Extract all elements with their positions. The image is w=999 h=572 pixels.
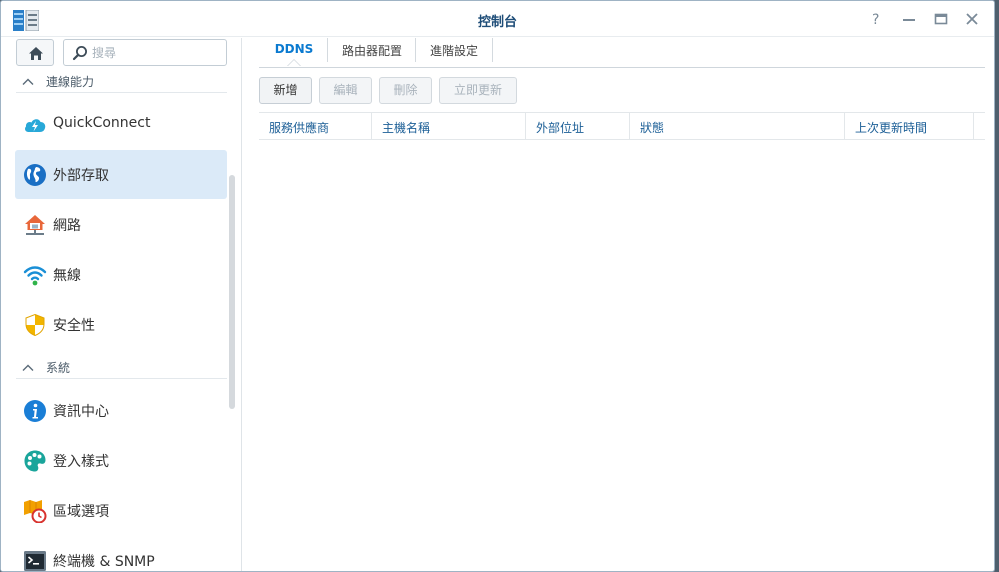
section-system[interactable]: 系統 — [16, 359, 227, 379]
chevron-up-icon — [22, 78, 34, 85]
chevron-up-icon — [22, 364, 34, 371]
column-header-provider[interactable]: 服務供應商 — [259, 113, 372, 140]
window-title: 控制台 — [477, 15, 517, 30]
search-box[interactable] — [63, 39, 227, 66]
search-icon — [72, 46, 87, 61]
home-icon — [29, 47, 43, 60]
svg-text:?: ? — [872, 12, 879, 28]
section-label: 系統 — [46, 361, 71, 375]
sidebar-item-label: 登入樣式 — [53, 454, 109, 470]
section-connectivity[interactable]: 連線能力 — [16, 73, 227, 93]
ddns-table-body — [259, 141, 985, 561]
edit-button[interactable]: 編輯 — [319, 77, 372, 104]
tab-bar: DDNS 路由器配置 進階設定 — [259, 38, 985, 68]
sidebar: 連線能力 QuickConnect 外部存取 — [1, 38, 242, 571]
terminal-icon — [24, 551, 46, 571]
control-panel-window: 控制台 ? 連線能力 — [0, 0, 995, 572]
globe-icon — [24, 164, 46, 186]
sidebar-item-label: 資訊中心 — [53, 404, 109, 420]
palette-icon — [24, 450, 46, 472]
desktop-background — [995, 0, 999, 572]
ddns-table-header: 服務供應商 主機名稱 外部位址 狀態 上次更新時間 — [259, 112, 985, 140]
sidebar-item-label: 無線 — [53, 268, 81, 284]
help-icon[interactable]: ? — [868, 10, 886, 28]
tab-divider — [492, 38, 493, 62]
sidebar-item-label: 網路 — [53, 218, 81, 234]
minimize-icon[interactable] — [900, 10, 918, 28]
tab-label: DDNS — [274, 42, 314, 56]
maximize-icon[interactable] — [932, 10, 950, 28]
sidebar-item-label: 區域選項 — [53, 504, 109, 520]
wifi-icon — [23, 266, 47, 286]
sidebar-item-network[interactable]: 網路 — [15, 200, 227, 249]
shield-icon — [25, 313, 45, 337]
tab-advanced-settings[interactable]: 進階設定 — [416, 38, 492, 68]
active-tab-pointer — [287, 59, 301, 66]
sidebar-scrollbar[interactable] — [229, 175, 235, 409]
network-house-icon — [25, 215, 45, 235]
quickconnect-icon — [25, 119, 46, 132]
delete-button[interactable]: 刪除 — [379, 77, 432, 104]
sidebar-item-info-center[interactable]: 資訊中心 — [15, 386, 227, 435]
home-button[interactable] — [16, 39, 54, 66]
column-header-hostname[interactable]: 主機名稱 — [372, 113, 526, 140]
map-clock-icon — [24, 500, 47, 523]
column-header-status[interactable]: 狀態 — [630, 113, 845, 140]
search-input[interactable] — [92, 44, 220, 62]
sidebar-item-label: 終端機 & SNMP — [53, 554, 155, 570]
sidebar-item-login-style[interactable]: 登入樣式 — [15, 436, 227, 485]
add-button[interactable]: 新增 — [259, 77, 312, 104]
sidebar-item-terminal-snmp[interactable]: 終端機 & SNMP — [15, 536, 227, 571]
sidebar-item-external-access[interactable]: 外部存取 — [15, 150, 227, 199]
sidebar-item-regional-options[interactable]: 區域選項 — [15, 486, 227, 535]
close-icon[interactable] — [963, 10, 981, 28]
sidebar-item-wireless[interactable]: 無線 — [15, 250, 227, 299]
column-header-external-address[interactable]: 外部位址 — [526, 113, 630, 140]
title-bar: 控制台 ? — [1, 1, 994, 37]
tab-divider — [327, 38, 328, 62]
sidebar-item-quickconnect[interactable]: QuickConnect — [15, 100, 227, 149]
section-label: 連線能力 — [46, 75, 95, 89]
tab-router-config[interactable]: 路由器配置 — [329, 38, 415, 68]
info-icon — [24, 400, 46, 422]
column-header-last-updated[interactable]: 上次更新時間 — [845, 113, 974, 140]
update-now-button[interactable]: 立即更新 — [439, 77, 517, 104]
sidebar-item-security[interactable]: 安全性 — [15, 300, 227, 349]
sidebar-item-label: 外部存取 — [53, 168, 109, 184]
sidebar-item-label: QuickConnect — [53, 115, 151, 131]
tab-label: 路由器配置 — [341, 44, 402, 58]
tab-label: 進階設定 — [429, 44, 478, 58]
sidebar-item-label: 安全性 — [53, 318, 95, 334]
